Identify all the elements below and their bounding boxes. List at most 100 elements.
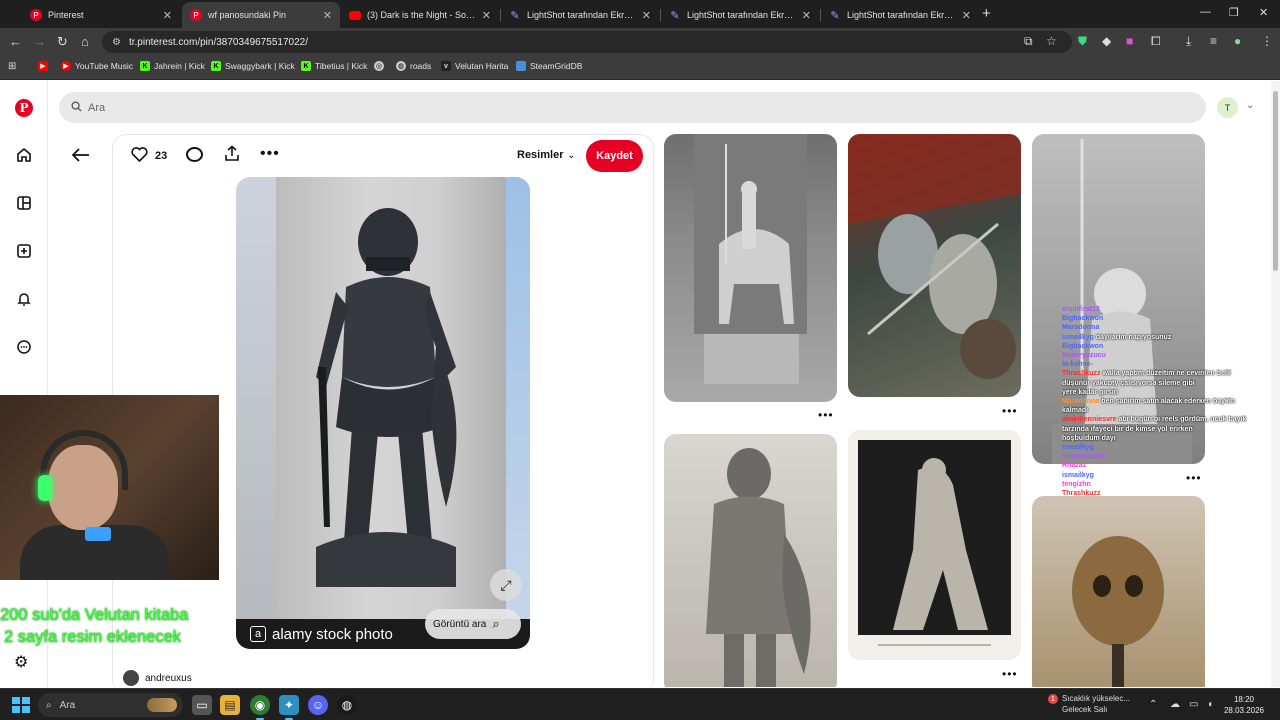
kick-icon: K (140, 61, 150, 71)
create-pin-icon[interactable] (14, 241, 34, 261)
pinterest-logo[interactable]: P (14, 98, 34, 118)
board-select-dropdown[interactable]: Resimler ⌄ (517, 149, 575, 161)
bookmark-tibetius-kick[interactable]: K Tibetius | Kick (301, 61, 367, 71)
bookmark-jahrein-kick[interactable]: K Jahrein | Kick (140, 61, 205, 71)
tab-lightshot-2[interactable]: ✎ LightShot tarafından Ekran Görü ✕ (661, 4, 819, 26)
site-info-icon[interactable]: ⚙ (112, 37, 121, 48)
avatar[interactable]: T (1217, 97, 1238, 118)
pin-main-image[interactable]: ⤢ a alamy stock photo (236, 177, 530, 649)
close-icon[interactable]: ✕ (802, 9, 811, 22)
network-icon[interactable]: ▭ (1189, 699, 1198, 710)
bookmark-star-icon[interactable]: ☆ (1046, 34, 1057, 48)
chat-message: Superyuzucu (1062, 452, 1280, 461)
reload-icon[interactable]: ↻ (57, 34, 68, 50)
tab-youtube[interactable]: (3) Dark is the Night - Soviet W ✕ (341, 4, 499, 26)
home-icon[interactable]: ⌂ (81, 34, 89, 49)
explore-icon[interactable] (14, 193, 34, 213)
chrome-icon[interactable]: ◉ (250, 695, 270, 720)
menu-kebab-icon[interactable]: ⋮ (1261, 34, 1273, 48)
extension-icon[interactable]: ◆ (1102, 34, 1111, 48)
scrollbar-thumb[interactable] (1273, 91, 1278, 271)
more-options-icon[interactable]: ••• (818, 408, 834, 422)
taskbar-search-input[interactable]: ⌕ Ara (38, 693, 183, 717)
app-icon[interactable]: ✦ (279, 695, 299, 720)
discord-icon[interactable]: ☺ (308, 695, 328, 715)
expand-image-icon[interactable]: ⤢ (490, 569, 522, 601)
search-input[interactable]: Ara (59, 92, 1206, 123)
bookmark-youtube[interactable]: ▶ (38, 61, 52, 71)
extensions-puzzle-icon[interactable]: ⧠ (1151, 34, 1161, 49)
close-icon[interactable]: ✕ (962, 9, 971, 22)
cloud-icon[interactable]: ☁ (1170, 699, 1180, 710)
extension-icon[interactable]: ■ (1126, 34, 1133, 48)
bookmark-velutan-harita[interactable]: v Velutan Harita (441, 61, 508, 71)
bookmark-steamgriddb[interactable]: SteamGridDB (516, 61, 582, 71)
close-icon[interactable]: ✕ (323, 9, 332, 22)
chat-user: Bigbackwon (1062, 315, 1104, 323)
restore-icon[interactable]: ❐ (1229, 6, 1239, 19)
volume-icon[interactable]: ◖ (1207, 699, 1213, 710)
bookmark-label: Tibetius | Kick (315, 61, 368, 71)
system-clock[interactable]: 18:20 28.03.2026 (1222, 694, 1266, 716)
install-app-icon[interactable]: ⧉ (1024, 34, 1033, 49)
related-pin-battle-painting[interactable] (848, 134, 1021, 397)
comment-icon[interactable] (186, 147, 203, 162)
close-window-icon[interactable]: ✕ (1259, 6, 1268, 19)
close-icon[interactable]: ✕ (642, 9, 651, 22)
bookmark-youtube-music[interactable]: ▶ YouTube Music (61, 61, 133, 71)
url-field[interactable]: ⚙ tr.pinterest.com/pin/3870349675517022/ (102, 31, 1072, 53)
apps-grid-icon[interactable]: ⊞ (8, 61, 16, 72)
bookmark-swaggybark-kick[interactable]: K Swaggybark | Kick (211, 61, 295, 71)
related-pin-sculpture-print[interactable] (848, 430, 1021, 660)
close-icon[interactable]: ✕ (482, 9, 491, 22)
save-button[interactable]: Kaydet (586, 140, 643, 172)
tab-lightshot-3[interactable]: ✎ LightShot tarafından Ekran Görü ✕ (821, 4, 979, 26)
tab-pin-active[interactable]: P wf panosundaki Pin ✕ (182, 2, 340, 28)
adblock-extension-icon[interactable]: ⛊ (1078, 34, 1087, 49)
related-pin-ornate-helmet[interactable] (1032, 496, 1205, 687)
share-icon[interactable] (224, 145, 240, 166)
webcam-overlay (0, 395, 219, 580)
related-pin-equestrian-statue[interactable] (664, 134, 837, 402)
tab-title: LightShot tarafından Ekran Görü (847, 10, 956, 20)
chevron-up-icon[interactable]: ⌃ (1149, 699, 1157, 710)
weather-title: Sıcaklık yükselec... (1062, 694, 1131, 703)
tab-pinterest[interactable]: P Pinterest ✕ (22, 4, 180, 26)
back-arrow-icon[interactable] (71, 146, 90, 167)
messages-icon[interactable] (14, 337, 34, 357)
visual-search-button[interactable]: Görüntü ara ⌕ (425, 609, 521, 639)
windows-start-icon[interactable] (12, 697, 30, 713)
minimize-icon[interactable]: — (1200, 6, 1211, 18)
board-select-label: Resimler (517, 149, 564, 161)
chat-message: lo-kahve- (1062, 360, 1280, 369)
new-tab-button[interactable]: + (982, 5, 991, 22)
chat-user: ismailkyg (1062, 444, 1094, 452)
media-control-icon[interactable]: ≡ (1210, 34, 1217, 48)
tab-lightshot-1[interactable]: ✎ LightShot tarafından Ekran Görü ✕ (501, 4, 659, 26)
heart-icon[interactable] (131, 147, 148, 167)
weather-widget[interactable]: 1 Sıcaklık yükselec... Gelecek Salı (1046, 693, 1130, 715)
creator-info[interactable]: andreuxus (123, 670, 192, 686)
task-view-icon[interactable]: ▭ (192, 695, 212, 715)
related-pin-armored-statue-photo[interactable] (664, 434, 837, 687)
chat-text: kalmadı (1062, 407, 1089, 415)
home-icon[interactable] (14, 145, 34, 165)
file-explorer-icon[interactable]: ▤ (220, 695, 240, 715)
bookmark-globe[interactable]: ◎ (374, 61, 388, 71)
bookmark-roads[interactable]: ◍ roads (396, 61, 431, 71)
more-options-icon[interactable]: ••• (1002, 667, 1018, 681)
profile-icon[interactable]: ● (1234, 34, 1241, 48)
more-options-icon[interactable]: ••• (260, 145, 280, 163)
back-arrow-icon[interactable]: ← (9, 34, 22, 49)
close-icon[interactable]: ✕ (163, 9, 172, 22)
obs-icon[interactable]: ◍ (337, 695, 357, 715)
settings-gear-icon[interactable]: ⚙ (14, 652, 28, 672)
download-icon[interactable]: ⤓ (1186, 34, 1191, 49)
more-options-icon[interactable]: ••• (1002, 404, 1018, 418)
chat-message: akakihenniesvre abi bugün bi reels gördü… (1062, 415, 1280, 424)
forward-arrow-icon[interactable]: → (33, 34, 46, 49)
chevron-down-icon[interactable]: ⌄ (1246, 100, 1254, 111)
notifications-bell-icon[interactable] (14, 289, 34, 309)
chat-text: walla yaptım düzeltim ne cevirilen belli (1102, 370, 1231, 378)
chat-message: Superyuzucu (1062, 351, 1280, 360)
